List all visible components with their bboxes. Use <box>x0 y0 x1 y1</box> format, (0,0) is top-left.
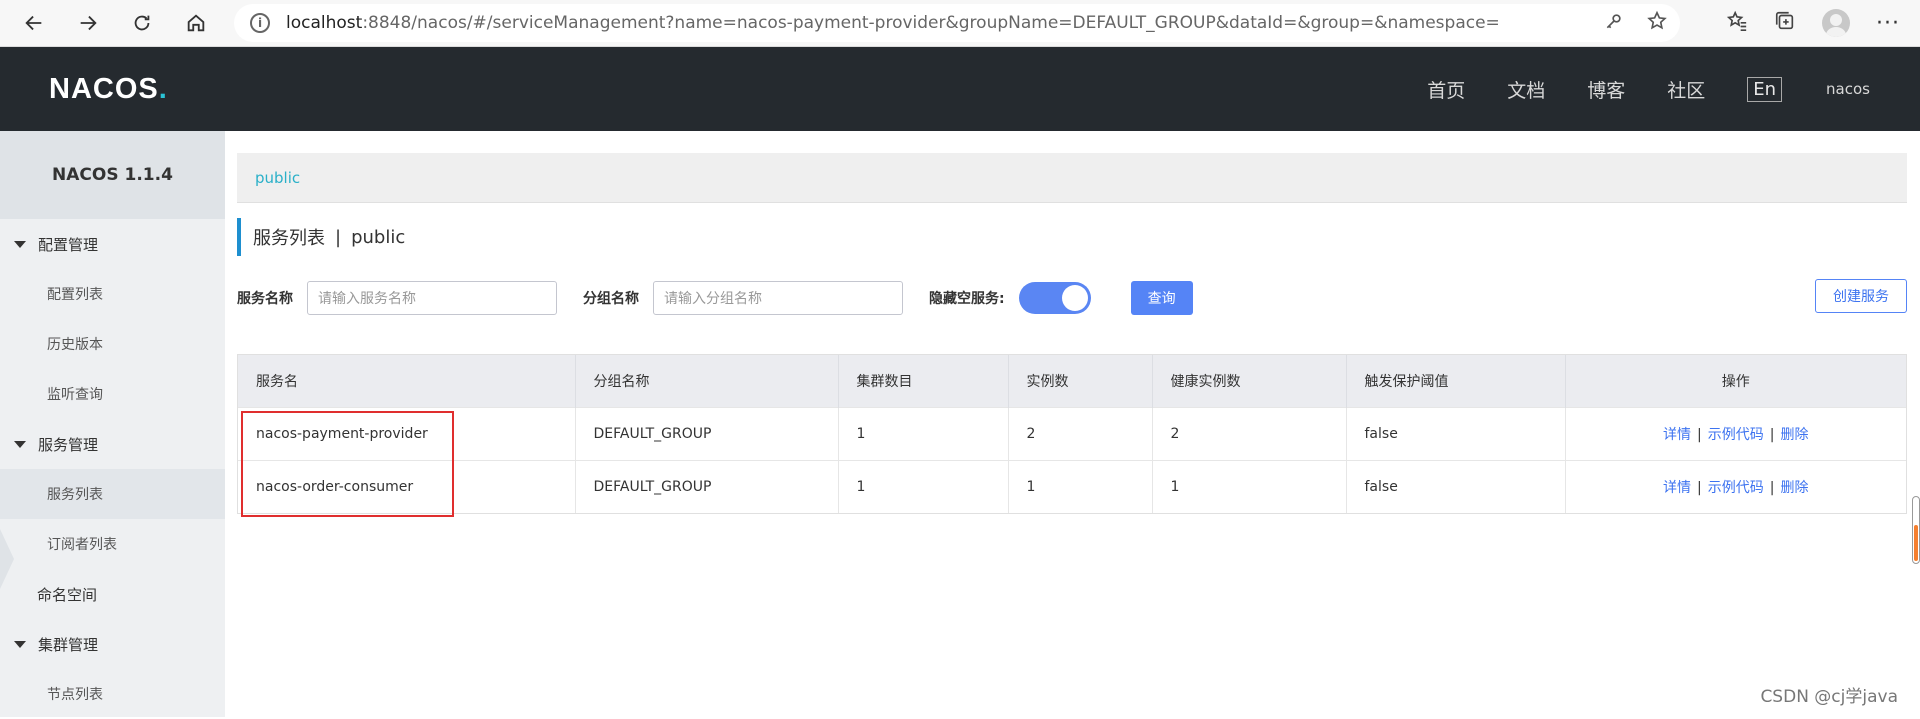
app-header: NACOS. 首页 文档 博客 社区 En nacos <box>0 47 1920 131</box>
op-separator: | <box>1697 480 1702 496</box>
sidebar-item-namespace[interactable]: 命名空间 <box>0 569 225 619</box>
refresh-icon[interactable] <box>122 3 162 43</box>
sidebar-item-history[interactable]: 历史版本 <box>0 319 225 369</box>
service-name-label: 服务名称 <box>237 288 293 308</box>
detail-link[interactable]: 详情 <box>1663 480 1691 496</box>
info-icon[interactable]: i <box>250 13 270 33</box>
cell-group: DEFAULT_GROUP <box>575 407 838 460</box>
table-row: nacos-order-consumer DEFAULT_GROUP 1 1 1… <box>238 460 1906 513</box>
cell-instances: 1 <box>1008 460 1152 513</box>
nacos-logo[interactable]: NACOS. <box>49 73 168 106</box>
table-header-row: 服务名 分组名称 集群数目 实例数 健康实例数 触发保护阈值 操作 <box>238 355 1906 407</box>
detail-link[interactable]: 详情 <box>1663 427 1691 443</box>
sidebar-collapse-handle[interactable] <box>0 529 14 589</box>
col-cluster-count: 集群数目 <box>838 355 1008 407</box>
op-separator: | <box>1697 427 1702 443</box>
namespace-bar: public <box>237 153 1907 203</box>
top-nav: 首页 文档 博客 社区 En nacos <box>1385 47 1870 131</box>
nav-blog[interactable]: 博客 <box>1587 76 1625 103</box>
url-path: :8848/nacos/#/serviceManagement?name=nac… <box>362 13 1499 33</box>
col-healthy-count: 健康实例数 <box>1152 355 1346 407</box>
col-operations: 操作 <box>1565 355 1906 407</box>
cell-threshold: false <box>1346 407 1565 460</box>
scrollbar-thumb[interactable] <box>1914 525 1918 561</box>
sidebar-item-listener[interactable]: 监听查询 <box>0 369 225 419</box>
cell-clusters: 1 <box>838 407 1008 460</box>
sidebar-item-service-list[interactable]: 服务列表 <box>0 469 225 519</box>
version-label: NACOS 1.1.4 <box>0 131 225 219</box>
cell-healthy: 1 <box>1152 460 1346 513</box>
address-bar[interactable]: i localhost:8848/nacos/#/serviceManageme… <box>234 4 1680 42</box>
op-separator: | <box>1770 427 1775 443</box>
service-name-input[interactable]: 请输入服务名称 <box>307 281 557 315</box>
annotation-highlight-box <box>241 411 454 517</box>
page-title-text: 服务列表 <box>253 224 325 250</box>
logo-text: NACOS <box>49 73 159 105</box>
cell-threshold: false <box>1346 460 1565 513</box>
cell-operations: 详情 | 示例代码 | 删除 <box>1565 460 1906 513</box>
page-title: 服务列表 | public <box>237 218 405 256</box>
hide-empty-toggle[interactable] <box>1019 282 1091 314</box>
sidebar-item-config-list[interactable]: 配置列表 <box>0 269 225 319</box>
sidebar-group-label: 服务管理 <box>38 434 98 455</box>
query-button[interactable]: 查询 <box>1131 281 1193 315</box>
namespace-tab-public[interactable]: public <box>255 169 300 187</box>
favorites-icon[interactable] <box>1726 10 1748 36</box>
url-host: localhost <box>286 13 362 33</box>
delete-link[interactable]: 删除 <box>1780 427 1808 443</box>
service-table: 服务名 分组名称 集群数目 实例数 健康实例数 触发保护阈值 操作 nacos-… <box>237 354 1907 514</box>
col-instance-count: 实例数 <box>1008 355 1152 407</box>
sidebar-group-label: 配置管理 <box>38 234 98 255</box>
delete-link[interactable]: 删除 <box>1780 480 1808 496</box>
table-row: nacos-payment-provider DEFAULT_GROUP 1 2… <box>238 407 1906 460</box>
nav-home[interactable]: 首页 <box>1427 76 1465 103</box>
group-name-label: 分组名称 <box>583 288 639 308</box>
col-service-name: 服务名 <box>238 355 575 407</box>
nav-docs[interactable]: 文档 <box>1507 76 1545 103</box>
caret-down-icon <box>14 641 26 648</box>
nav-community[interactable]: 社区 <box>1667 76 1705 103</box>
caret-down-icon <box>14 441 26 448</box>
sidebar-group-service[interactable]: 服务管理 <box>0 419 225 469</box>
filter-bar: 服务名称 请输入服务名称 分组名称 请输入分组名称 隐藏空服务: 查询 创建服务 <box>237 279 1907 317</box>
sidebar: NACOS 1.1.4 配置管理 配置列表 历史版本 监听查询 服务管理 服务列… <box>0 131 225 717</box>
hide-empty-label: 隐藏空服务: <box>929 288 1005 308</box>
caret-down-icon <box>14 241 26 248</box>
cell-operations: 详情 | 示例代码 | 删除 <box>1565 407 1906 460</box>
forward-icon[interactable] <box>68 3 108 43</box>
cell-group: DEFAULT_GROUP <box>575 460 838 513</box>
group-name-input[interactable]: 请输入分组名称 <box>653 281 903 315</box>
cell-instances: 2 <box>1008 407 1152 460</box>
home-icon[interactable] <box>176 3 216 43</box>
sample-code-link[interactable]: 示例代码 <box>1708 480 1764 496</box>
key-icon[interactable] <box>1604 11 1624 36</box>
back-icon[interactable] <box>14 3 54 43</box>
page-title-separator: | <box>335 227 341 248</box>
col-group-name: 分组名称 <box>575 355 838 407</box>
op-separator: | <box>1770 480 1775 496</box>
favorite-add-icon[interactable] <box>1646 10 1668 37</box>
browser-toolbar: i localhost:8848/nacos/#/serviceManageme… <box>0 0 1920 47</box>
cell-clusters: 1 <box>838 460 1008 513</box>
page-scrollbar[interactable] <box>1912 496 1920 564</box>
profile-avatar[interactable] <box>1822 9 1850 37</box>
sidebar-group-config[interactable]: 配置管理 <box>0 219 225 269</box>
collections-icon[interactable] <box>1774 10 1796 36</box>
user-name[interactable]: nacos <box>1826 80 1870 98</box>
create-service-button[interactable]: 创建服务 <box>1815 279 1907 313</box>
sidebar-item-subscribers[interactable]: 订阅者列表 <box>0 519 225 569</box>
sidebar-group-cluster[interactable]: 集群管理 <box>0 619 225 669</box>
sample-code-link[interactable]: 示例代码 <box>1708 427 1764 443</box>
page-title-namespace: public <box>351 227 405 248</box>
sidebar-item-nodes[interactable]: 节点列表 <box>0 669 225 719</box>
toggle-knob <box>1062 285 1088 311</box>
language-switch[interactable]: En <box>1747 77 1782 102</box>
sidebar-group-label: 集群管理 <box>38 634 98 655</box>
col-threshold: 触发保护阈值 <box>1346 355 1565 407</box>
logo-dot: . <box>159 73 168 105</box>
more-icon[interactable]: ··· <box>1876 11 1900 36</box>
watermark: CSDN @cj学java <box>1760 682 1898 707</box>
cell-healthy: 2 <box>1152 407 1346 460</box>
main-content: public 服务列表 | public 服务名称 请输入服务名称 分组名称 请… <box>225 131 1920 717</box>
